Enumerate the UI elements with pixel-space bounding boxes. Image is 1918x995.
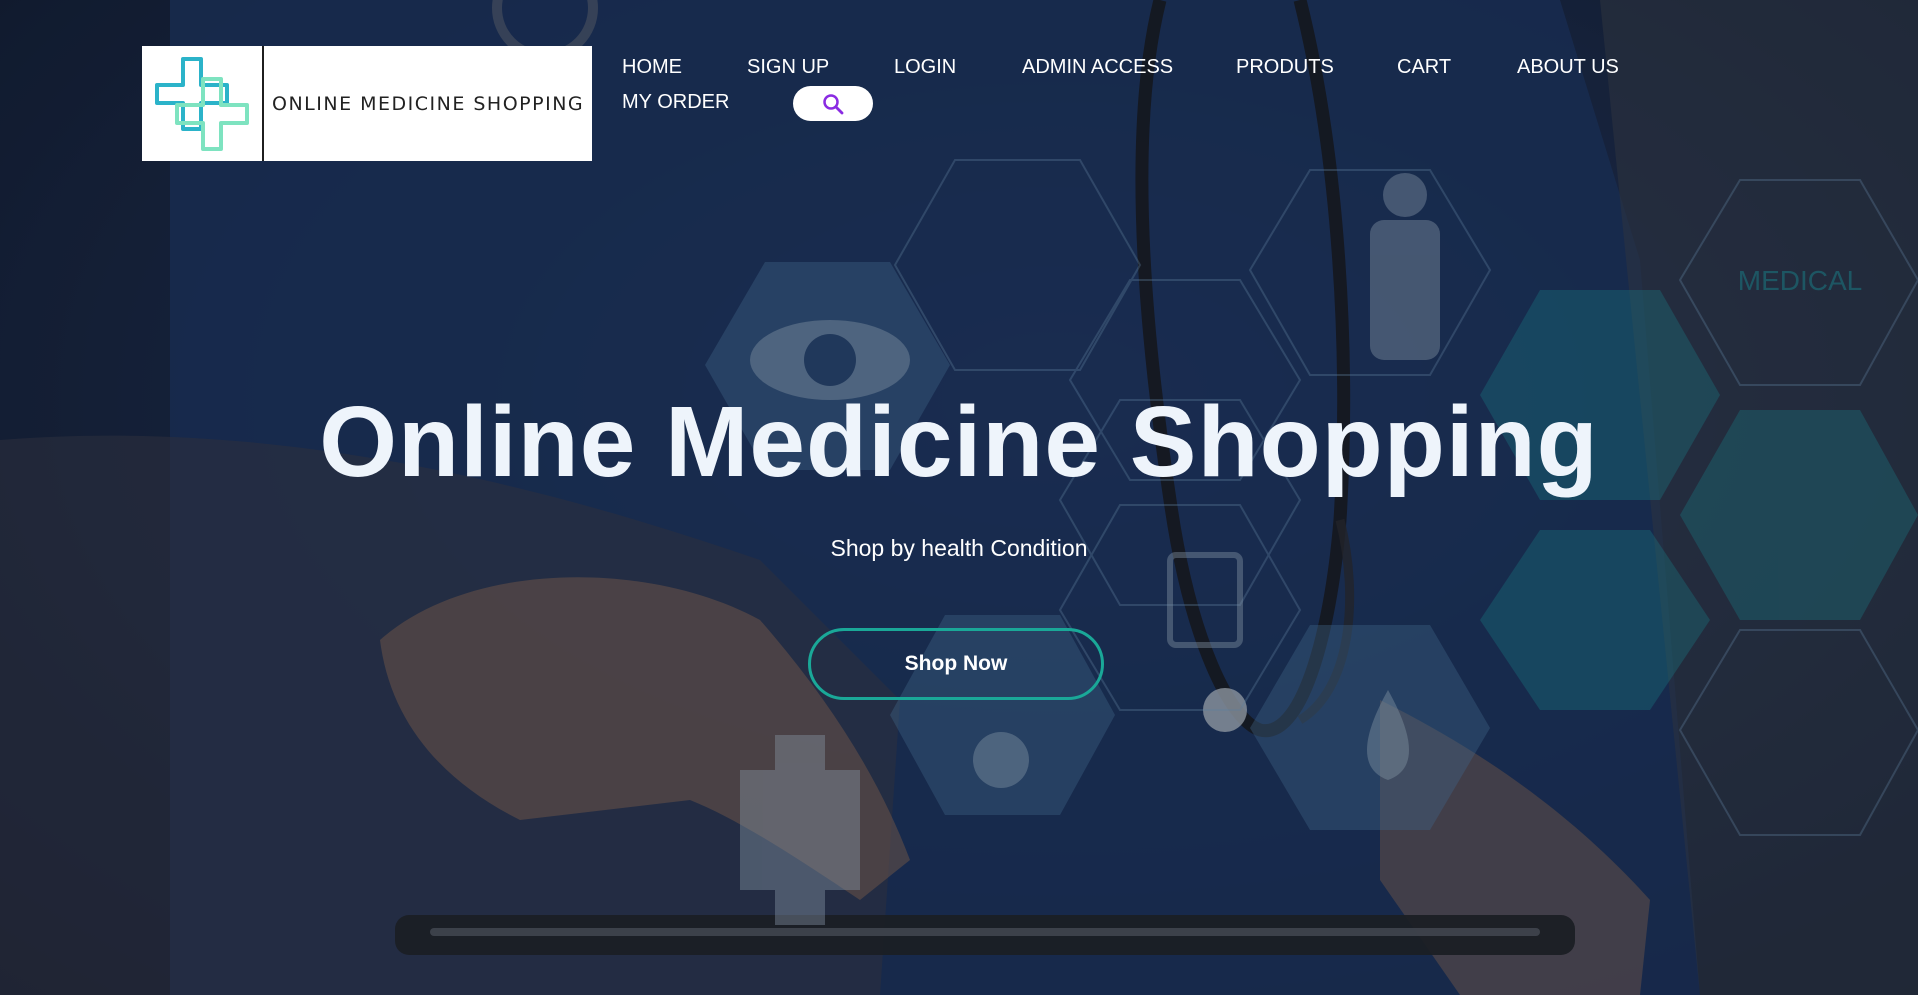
nav-cart[interactable]: CART <box>1397 56 1451 79</box>
hero-subtitle: Shop by health Condition <box>830 535 1088 561</box>
nav-about-us[interactable]: ABOUT US <box>1517 56 1619 79</box>
brand-name: ONLINE MEDICINE SHOPPING <box>272 92 585 115</box>
nav-login[interactable]: LOGIN <box>894 56 956 79</box>
nav-my-order[interactable]: MY ORDER <box>622 91 729 114</box>
hero-title: Online Medicine Shopping <box>319 386 1599 498</box>
nav-home[interactable]: HOME <box>622 56 682 79</box>
nav-admin-access[interactable]: ADMIN ACCESS <box>1022 56 1173 79</box>
medical-cross-icon <box>142 46 262 161</box>
main-navigation: HOME SIGN UP LOGIN ADMIN ACCESS PRODUTS … <box>622 56 1642 126</box>
hero-section: MEDICAL ONLINE MEDICINE SHOPPING HOME SI… <box>0 0 1918 995</box>
search-icon <box>823 93 844 114</box>
nav-sign-up[interactable]: SIGN UP <box>747 56 829 79</box>
shop-now-button[interactable]: Shop Now <box>808 628 1104 700</box>
brand-logo[interactable]: ONLINE MEDICINE SHOPPING <box>142 46 592 161</box>
nav-products[interactable]: PRODUTS <box>1236 56 1334 79</box>
search-button[interactable] <box>793 86 873 121</box>
